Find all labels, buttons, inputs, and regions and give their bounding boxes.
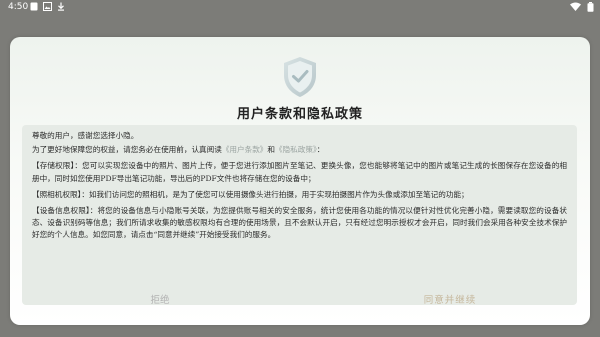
dialog-title: 用户条款和隐私政策: [236, 107, 363, 122]
device-permission-text: 【设备信息权限】：将您的设备信息与小隐账号关联，为您提供账号相关的安全服务，统计…: [32, 206, 567, 240]
reject-button[interactable]: 拒绝: [110, 291, 210, 311]
wifi-icon: [570, 2, 581, 11]
dialog-footer: 拒绝 同意并继续: [10, 291, 590, 317]
status-time: 4:50: [8, 2, 29, 12]
policy-content[interactable]: 尊敬的用户，感谢您选择小隐。 为了更好地保障您的权益，请您务必在使用前，认真阅读…: [22, 125, 577, 305]
intro-colon-text: ：: [316, 145, 325, 155]
storage-permission-text: 【存储权限】：您可以实现您设备中的照片、图片上传，便于您进行添加图片至笔记、更换…: [32, 161, 567, 183]
status-bar: 4:50: [0, 0, 600, 14]
privacy-dialog: 用户条款和隐私政策 尊敬的用户，感谢您选择小隐。 为了更好地保障您的权益，请您务…: [10, 37, 590, 325]
intro-and-text: 和: [267, 145, 275, 155]
greeting-text: 尊敬的用户，感谢您选择小隐。: [32, 131, 139, 140]
image-icon: [43, 2, 52, 11]
privacy-policy-link[interactable]: 《隐私政策》: [275, 145, 317, 154]
download-icon: [58, 2, 64, 11]
camera-permission-text: 【照相机权限】：如我们访问您的照相机，是为了使您可以使用摄像头进行拍摄，用于实现…: [32, 189, 469, 199]
user-terms-link[interactable]: 《用户条款》: [222, 145, 268, 154]
shield-check-icon: [284, 57, 316, 97]
intro-paragraph: 为了更好地保障您的权益，请您务必在使用前，认真阅读《用户条款》和《隐私政策》：: [32, 144, 567, 156]
intro-text: 为了更好地保障您的权益，请您务必在使用前，认真阅读: [32, 145, 222, 155]
battery-icon: [587, 2, 594, 12]
agree-and-continue-button[interactable]: 同意并继续: [390, 291, 510, 311]
square-icon: [30, 2, 38, 11]
